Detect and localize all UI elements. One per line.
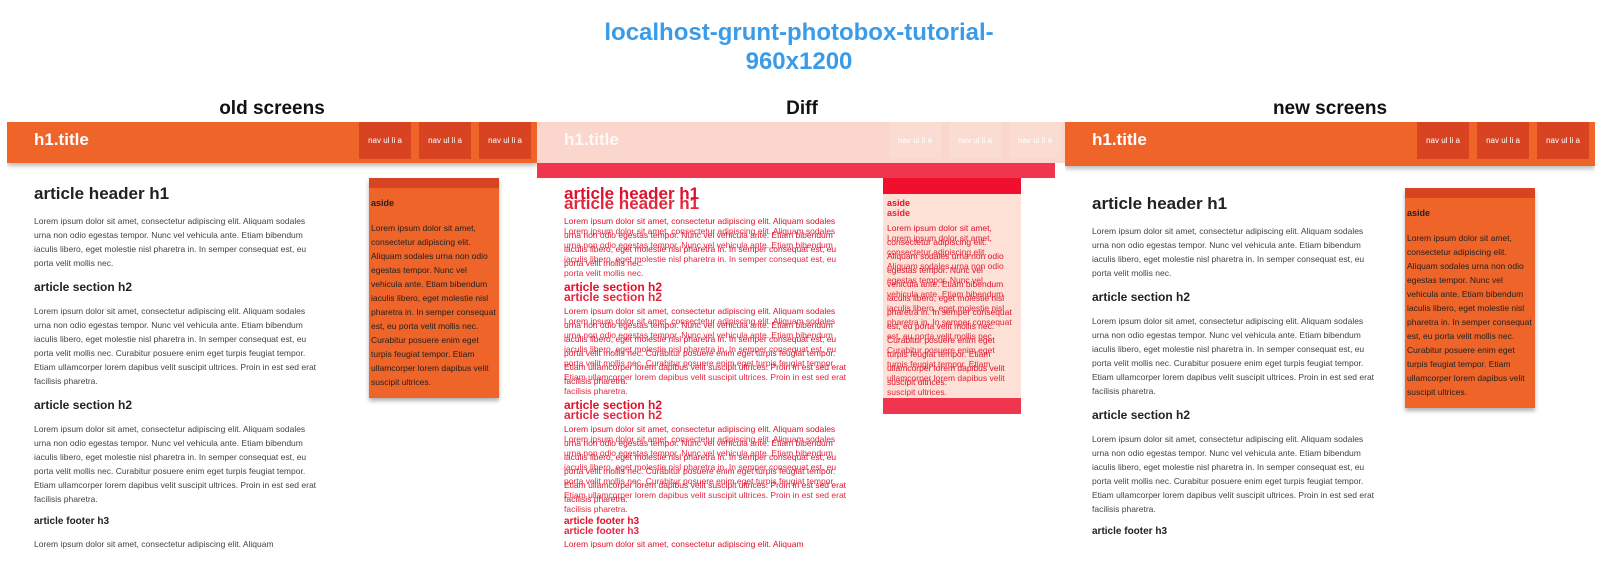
article: article header h1 Lorem ipsum dolor sit … — [34, 184, 324, 561]
nav-link[interactable]: nav ul li a — [889, 122, 941, 159]
section-paragraph: Lorem ipsum dolor sit amet, consectetur … — [1092, 434, 1375, 514]
new-screens-label: new screens — [1272, 98, 1388, 119]
site-header: h1.title nav ul li a nav ul li a nav ul … — [1065, 122, 1595, 166]
section-title: article section h2 — [34, 280, 133, 294]
article-header: article header h1 — [34, 184, 170, 203]
site-nav: nav ul li a nav ul li a nav ul li a — [351, 122, 531, 163]
aside-title: aside — [887, 198, 911, 208]
footer-title: article footer h3 — [564, 526, 640, 537]
site-header: h1.title nav ul li a nav ul li a nav ul … — [537, 122, 1067, 178]
nav-link[interactable]: nav ul li a — [949, 122, 1001, 159]
aside: aside Lorem ipsum dolor sit amet, consec… — [1405, 188, 1535, 408]
section-title: article section h2 — [564, 408, 663, 422]
section-paragraph: Lorem ipsum dolor sit amet, consectetur … — [34, 424, 317, 504]
footer-title: article footer h3 — [34, 516, 110, 527]
article-header: article header h1 — [564, 194, 700, 213]
site-title: h1.title — [564, 130, 619, 149]
page-title-line1: localhost-grunt-photobox-tutorial- — [604, 19, 994, 46]
nav-link[interactable]: nav ul li a — [1009, 122, 1061, 159]
article: article header h1 Lorem ipsum dolor sit … — [1092, 194, 1382, 547]
page-title-line2: 960x1200 — [745, 48, 853, 75]
old-screens-label: old screens — [219, 98, 325, 119]
footer-paragraph: Lorem ipsum dolor sit amet, consectetur … — [34, 539, 274, 549]
section-paragraph: Lorem ipsum dolor sit amet, consectetur … — [1092, 316, 1375, 396]
page-title: localhost-grunt-photobox-tutorial- 960x1… — [0, 18, 1598, 76]
site-title: h1.title — [34, 130, 89, 149]
article-paragraph: Lorem ipsum dolor sit amet, consectetur … — [1092, 226, 1365, 278]
site-nav: nav ul li a nav ul li a nav ul li a — [881, 122, 1061, 163]
article-header: article header h1 — [1092, 194, 1228, 213]
diff-label: Diff — [786, 98, 818, 119]
section-title: article section h2 — [1092, 408, 1191, 422]
nav-link[interactable]: nav ul li a — [419, 122, 471, 159]
section-paragraph: Lorem ipsum dolor sit amet, consectetur … — [564, 434, 847, 514]
aside-text: Lorem ipsum dolor sit amet, consectetur … — [1407, 233, 1532, 397]
nav-link[interactable]: nav ul li a — [1417, 122, 1469, 159]
aside: aside Lorem ipsum dolor sit amet, consec… — [369, 178, 499, 398]
nav-link[interactable]: nav ul li a — [359, 122, 411, 159]
aside-text: Lorem ipsum dolor sit amet, consectetur … — [887, 233, 1012, 397]
article-paragraph: Lorem ipsum dolor sit amet, consectetur … — [34, 216, 307, 268]
nav-link[interactable]: nav ul li a — [1537, 122, 1589, 159]
aside-title: aside — [887, 208, 911, 218]
section-paragraph: Lorem ipsum dolor sit amet, consectetur … — [564, 316, 847, 396]
site-header: h1.title nav ul li a nav ul li a nav ul … — [7, 122, 537, 163]
aside-text: Lorem ipsum dolor sit amet, consectetur … — [371, 223, 496, 387]
article-paragraph: Lorem ipsum dolor sit amet, consectetur … — [564, 226, 837, 278]
article: article header h1 Lorem ipsum dolor sit … — [564, 194, 854, 547]
diff-screenshot: h1.title nav ul li a nav ul li a nav ul … — [537, 122, 1067, 564]
section-title: article section h2 — [564, 290, 663, 304]
nav-link[interactable]: nav ul li a — [1477, 122, 1529, 159]
footer-title: article footer h3 — [1092, 526, 1168, 537]
old-screenshot: h1.title nav ul li a nav ul li a nav ul … — [7, 122, 537, 564]
aside-title: aside — [1407, 208, 1431, 218]
nav-link[interactable]: nav ul li a — [479, 122, 531, 159]
aside-title: aside — [371, 198, 395, 208]
diff-aside-bottom-band — [883, 398, 1021, 414]
site-title: h1.title — [1092, 130, 1147, 149]
diff-aside-top-band — [883, 178, 1021, 194]
section-paragraph: Lorem ipsum dolor sit amet, consectetur … — [34, 306, 317, 386]
section-title: article section h2 — [1092, 290, 1191, 304]
new-screenshot: h1.title nav ul li a nav ul li a nav ul … — [1065, 122, 1595, 564]
section-title: article section h2 — [34, 398, 133, 412]
site-nav: nav ul li a nav ul li a nav ul li a — [1409, 122, 1589, 163]
